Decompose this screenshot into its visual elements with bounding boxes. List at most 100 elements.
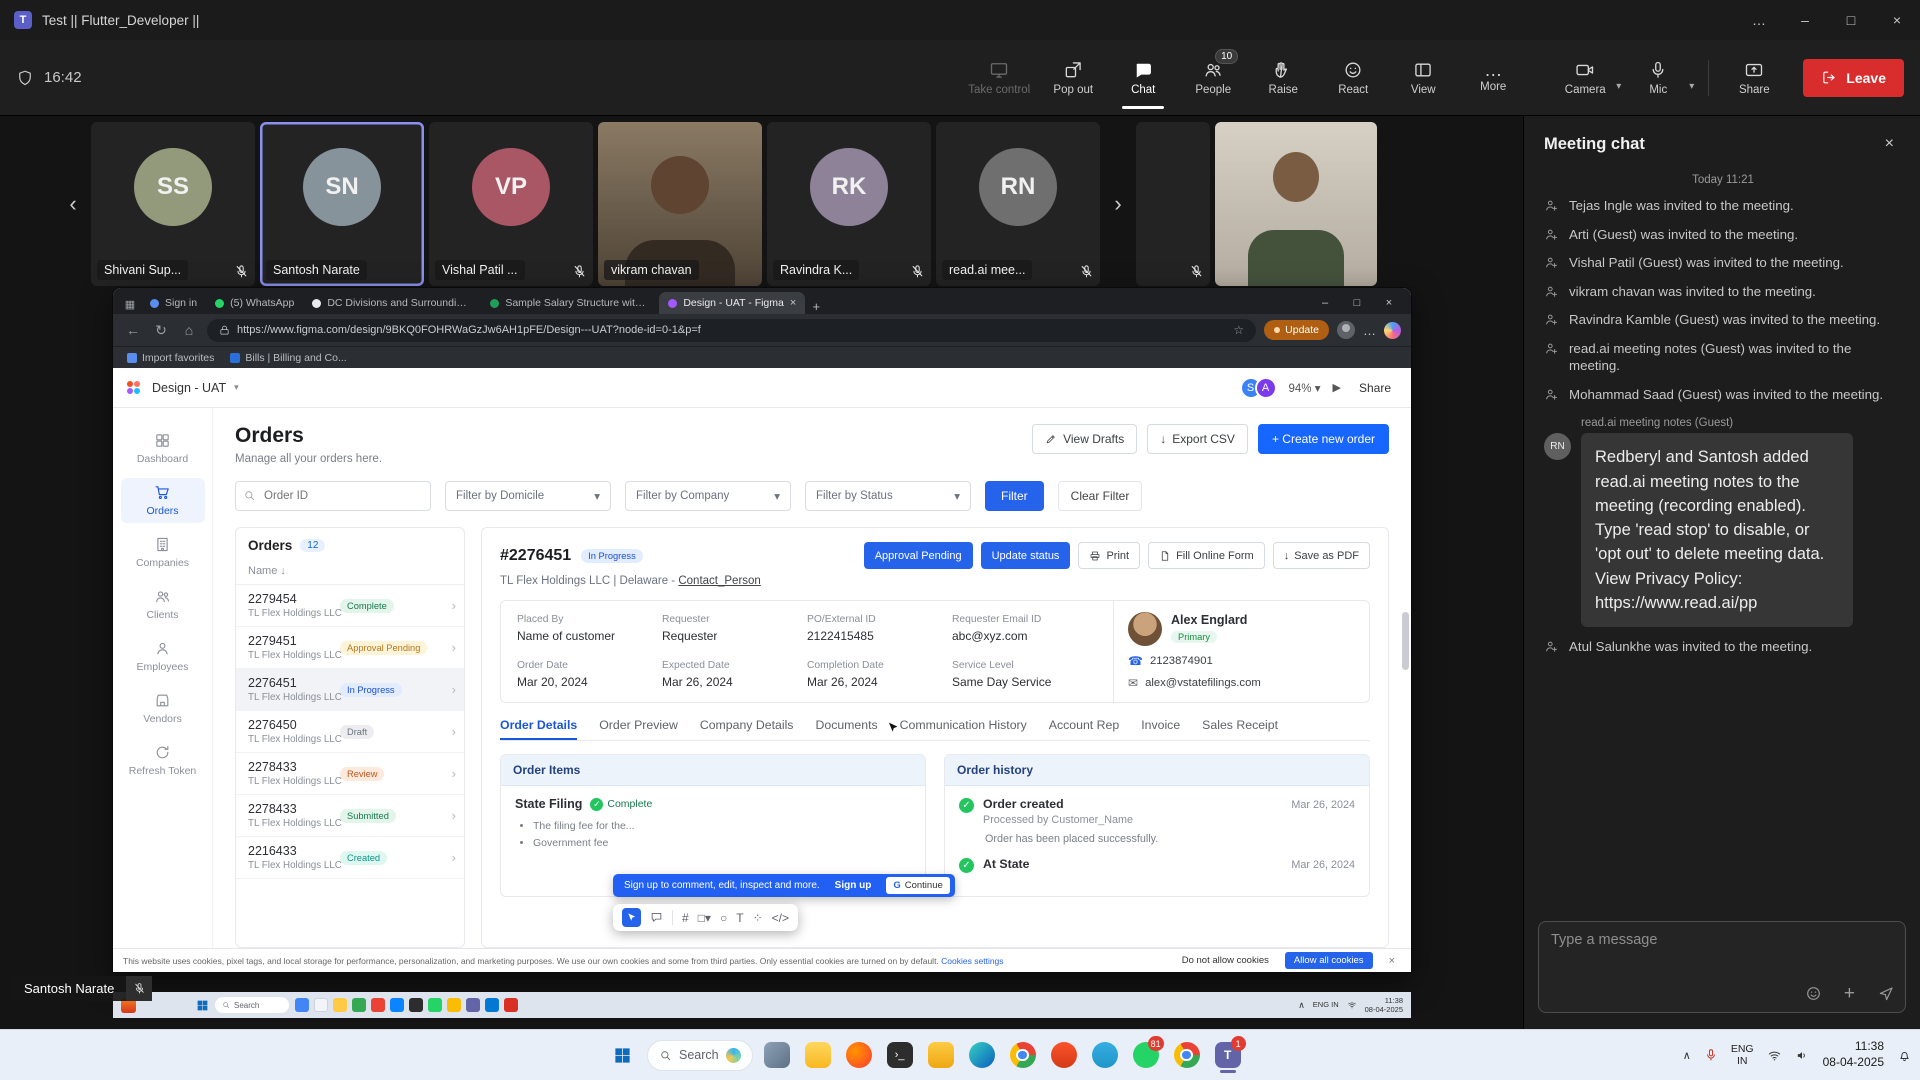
- bookmark-star-icon[interactable]: ☆: [1233, 323, 1244, 337]
- maximize-button[interactable]: □: [1828, 0, 1874, 40]
- browser-tab[interactable]: Sign in ×: [141, 292, 206, 314]
- home-icon[interactable]: ⌂: [179, 322, 199, 338]
- favorite-item[interactable]: Bills | Billing and Co...: [230, 352, 346, 364]
- volume-icon[interactable]: [1795, 1048, 1810, 1063]
- app-icon[interactable]: [295, 998, 309, 1012]
- tray-mic-icon[interactable]: [1704, 1048, 1718, 1062]
- filter-company-select[interactable]: Filter by Company▾: [625, 481, 791, 511]
- app-folder[interactable]: [924, 1035, 958, 1075]
- order-row[interactable]: 2278433 TL Flex Holdings LLC Submitted ›: [236, 795, 464, 837]
- page-scrollbar[interactable]: [1402, 612, 1409, 670]
- leave-button[interactable]: Leave: [1803, 59, 1904, 97]
- cookie-settings-link[interactable]: Cookies settings: [941, 956, 1003, 966]
- chat-button[interactable]: Chat: [1110, 47, 1176, 109]
- move-tool-icon[interactable]: [622, 908, 641, 927]
- sidebar-item-refresh-token[interactable]: Refresh Token: [121, 738, 205, 783]
- app-edge[interactable]: [965, 1035, 999, 1075]
- emoji-icon[interactable]: [1805, 985, 1822, 1002]
- sidebar-item-clients[interactable]: Clients: [121, 582, 205, 627]
- raise-hand-button[interactable]: Raise: [1250, 47, 1316, 109]
- browser-tab[interactable]: Design - UAT - Figma ×: [659, 292, 805, 314]
- approval-pending-button[interactable]: Approval Pending: [864, 542, 973, 569]
- app-icon[interactable]: [466, 998, 480, 1012]
- favorite-item[interactable]: Import favorites: [127, 352, 214, 364]
- app-firefox[interactable]: [842, 1035, 876, 1075]
- shared-search-box[interactable]: Search: [215, 997, 289, 1013]
- browser-maximize-icon[interactable]: □: [1341, 292, 1373, 314]
- address-bar[interactable]: https://www.figma.com/design/9BKQ0FOHRWa…: [207, 319, 1256, 342]
- back-icon[interactable]: ←: [123, 322, 143, 338]
- order-row[interactable]: 2216433 TL Flex Holdings LLC Created ›: [236, 837, 464, 879]
- app-file-explorer[interactable]: [801, 1035, 835, 1075]
- filter-domicile-select[interactable]: Filter by Domicile▾: [445, 481, 611, 511]
- taskbar-clock[interactable]: 11:3808-04-2025: [1823, 1039, 1884, 1070]
- scroll-right-icon[interactable]: ›: [1105, 190, 1131, 218]
- react-button[interactable]: React: [1320, 47, 1386, 109]
- order-detail-tab[interactable]: Invoice: [1141, 718, 1180, 740]
- sidebar-item-vendors[interactable]: Vendors: [121, 686, 205, 731]
- filter-button[interactable]: Filter: [985, 481, 1044, 511]
- deny-cookies-button[interactable]: Do not allow cookies: [1176, 954, 1275, 967]
- browser-tab[interactable]: DC Divisions and Surroundings ×: [303, 292, 481, 314]
- spotlight-tile[interactable]: [1215, 122, 1377, 286]
- participant-tile[interactable]: RK Ravindra K...: [767, 122, 931, 286]
- camera-button[interactable]: Camera: [1552, 47, 1618, 109]
- view-button[interactable]: View: [1390, 47, 1456, 109]
- frame-tool-icon[interactable]: #: [682, 911, 689, 925]
- app-icon[interactable]: [447, 998, 461, 1012]
- order-detail-tab[interactable]: Documents: [815, 718, 877, 740]
- app-icon[interactable]: [352, 998, 366, 1012]
- window-menu-icon[interactable]: …: [1736, 0, 1782, 40]
- tray-expand-icon[interactable]: ∧: [1683, 1049, 1691, 1062]
- app-telegram[interactable]: [1088, 1035, 1122, 1075]
- sidebar-item-companies[interactable]: Companies: [121, 530, 205, 575]
- minimize-button[interactable]: –: [1782, 0, 1828, 40]
- browser-minimize-icon[interactable]: –: [1309, 292, 1341, 314]
- export-csv-button[interactable]: ↓ Export CSV: [1147, 424, 1248, 454]
- order-detail-tab[interactable]: Order Preview: [599, 718, 678, 740]
- app-icon[interactable]: [333, 998, 347, 1012]
- close-button[interactable]: ×: [1874, 0, 1920, 40]
- share-button[interactable]: Share: [1721, 47, 1787, 109]
- app-chrome[interactable]: [1006, 1035, 1040, 1075]
- fill-online-form-button[interactable]: Fill Online Form: [1148, 542, 1265, 569]
- app-whatsapp[interactable]: 81: [1129, 1035, 1163, 1075]
- wifi-icon[interactable]: [1767, 1048, 1782, 1063]
- app-chrome-2[interactable]: [1170, 1035, 1204, 1075]
- participant-tile[interactable]: SN Santosh Narate: [260, 122, 424, 286]
- app-brave[interactable]: [1047, 1035, 1081, 1075]
- shape-tool-icon[interactable]: □▾: [698, 911, 711, 925]
- more-button[interactable]: … More: [1460, 47, 1526, 109]
- shared-clock[interactable]: 11:38 08-04-2025: [1365, 996, 1403, 1014]
- close-chat-icon[interactable]: ×: [1879, 134, 1900, 154]
- filter-status-select[interactable]: Filter by Status▾: [805, 481, 971, 511]
- app-icon[interactable]: [371, 998, 385, 1012]
- create-order-button[interactable]: + Create new order: [1258, 424, 1389, 454]
- close-cookie-icon[interactable]: ×: [1383, 954, 1401, 968]
- order-detail-tab[interactable]: Sales Receipt: [1202, 718, 1278, 740]
- present-icon[interactable]: ▶: [1333, 381, 1341, 394]
- sign-up-button[interactable]: Sign up: [829, 879, 878, 892]
- comment-tool-icon[interactable]: [650, 911, 663, 924]
- pop-out-button[interactable]: Pop out: [1040, 47, 1106, 109]
- contact-person-link[interactable]: Contact_Person: [678, 575, 760, 587]
- clear-filter-button[interactable]: Clear Filter: [1058, 481, 1143, 511]
- order-detail-tab[interactable]: Account Rep: [1049, 718, 1119, 740]
- actions-tool-icon[interactable]: ⁘: [753, 911, 763, 925]
- allow-cookies-button[interactable]: Allow all cookies: [1285, 952, 1373, 969]
- participant-tile-partial[interactable]: [1136, 122, 1210, 286]
- order-detail-tab[interactable]: Company Details: [700, 718, 794, 740]
- browser-tab[interactable]: (5) WhatsApp ×: [206, 292, 303, 314]
- order-row[interactable]: 2278433 TL Flex Holdings LLC Review ›: [236, 753, 464, 795]
- app-icon[interactable]: [390, 998, 404, 1012]
- order-row[interactable]: 2276450 TL Flex Holdings LLC Draft ›: [236, 711, 464, 753]
- update-status-button[interactable]: Update status: [981, 542, 1071, 569]
- mic-button[interactable]: Mic: [1625, 47, 1691, 109]
- order-row[interactable]: 2276451 TL Flex Holdings LLC In Progress…: [236, 669, 464, 711]
- browser-update-button[interactable]: Update: [1264, 320, 1329, 340]
- collaborator-avatar[interactable]: A: [1255, 377, 1277, 399]
- sidebar-item-dashboard[interactable]: Dashboard: [121, 426, 205, 471]
- notification-bell-icon[interactable]: [1897, 1048, 1912, 1063]
- participant-tile[interactable]: vikram chavan: [598, 122, 762, 286]
- app-icon[interactable]: [504, 998, 518, 1012]
